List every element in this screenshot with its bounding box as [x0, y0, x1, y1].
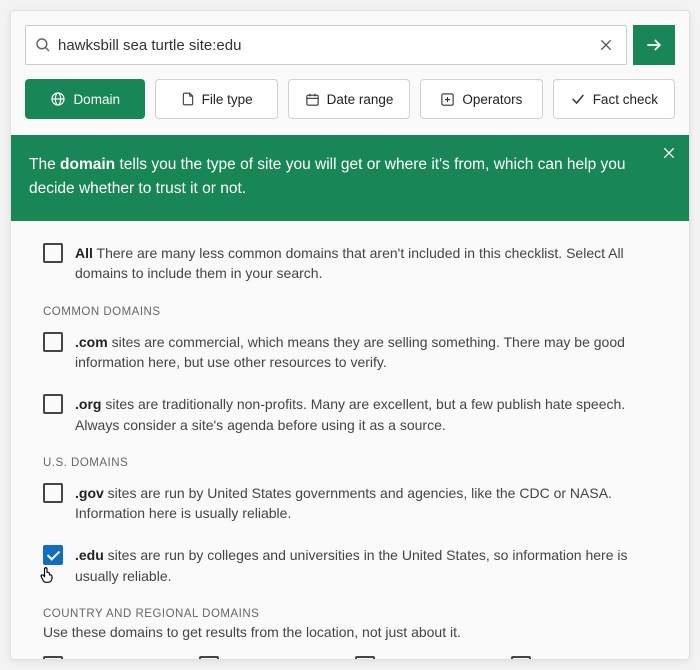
option-text: .com sites are commercial, which means t…	[75, 332, 657, 373]
option-text: .gov sites are run by United States gove…	[75, 483, 657, 524]
checkbox-all[interactable]	[43, 243, 63, 263]
checkbox-austria[interactable]	[511, 656, 531, 660]
option-text: All There are many less common domains t…	[75, 243, 657, 284]
tab-filetype[interactable]: File type	[155, 79, 277, 119]
checkbox-argentina[interactable]	[199, 656, 219, 660]
globe-icon	[50, 91, 66, 107]
search-row	[25, 25, 675, 65]
filter-tabs: Domain File type Date range Operators Fa…	[25, 79, 675, 119]
tab-label: Fact check	[593, 92, 658, 107]
domain-options: All There are many less common domains t…	[25, 221, 675, 660]
tab-domain[interactable]: Domain	[25, 79, 145, 119]
tab-label: Operators	[462, 92, 522, 107]
search-icon	[34, 36, 52, 54]
option-text: .edu sites are run by colleges and unive…	[75, 545, 657, 586]
option-all: All There are many less common domains t…	[43, 243, 657, 284]
info-banner: The domain tells you the type of site yo…	[11, 135, 689, 221]
tab-daterange[interactable]: Date range	[288, 79, 410, 119]
option-gov: .gov sites are run by United States gove…	[43, 483, 657, 524]
close-banner-button[interactable]	[661, 145, 677, 161]
search-input[interactable]	[52, 37, 594, 54]
tab-label: File type	[202, 92, 253, 107]
search-box[interactable]	[25, 25, 627, 65]
option-austria: Austria	[511, 656, 657, 660]
search-coach-window: Domain File type Date range Operators Fa…	[10, 10, 690, 660]
option-australia: Australia	[355, 656, 501, 660]
option-antarctica: Antarctica	[43, 656, 189, 660]
checkbox-org[interactable]	[43, 394, 63, 414]
country-row: Antarctica Argentina Australia Austria	[43, 656, 657, 660]
option-argentina: Argentina	[199, 656, 345, 660]
calendar-icon	[305, 92, 320, 107]
banner-text: The domain tells you the type of site yo…	[29, 156, 626, 197]
search-submit-button[interactable]	[633, 25, 675, 65]
country-label: Argentina	[229, 658, 289, 660]
section-common-domains: Common Domains	[43, 306, 657, 318]
tab-operators[interactable]: Operators	[420, 79, 542, 119]
checkbox-edu[interactable]	[43, 545, 63, 565]
checkbox-gov[interactable]	[43, 483, 63, 503]
check-icon	[570, 91, 586, 107]
option-edu: .edu sites are run by colleges and unive…	[43, 545, 657, 586]
tab-label: Date range	[327, 92, 394, 107]
country-label: Australia	[385, 658, 439, 660]
section-us-domains: U.S. Domains	[43, 457, 657, 469]
clear-icon[interactable]	[594, 33, 618, 57]
checkbox-com[interactable]	[43, 332, 63, 352]
option-org: .org sites are traditionally non-profits…	[43, 394, 657, 435]
cursor-hand-icon	[37, 563, 57, 585]
file-icon	[181, 91, 195, 107]
checkbox-antarctica[interactable]	[43, 656, 63, 660]
plus-box-icon	[440, 92, 455, 107]
country-label: Antarctica	[73, 658, 135, 660]
option-text: .org sites are traditionally non-profits…	[75, 394, 657, 435]
option-com: .com sites are commercial, which means t…	[43, 332, 657, 373]
tab-label: Domain	[73, 92, 120, 107]
checkbox-australia[interactable]	[355, 656, 375, 660]
section-country-domains: Country and Regional Domains	[43, 608, 657, 620]
country-label: Austria	[541, 658, 585, 660]
section-country-sub: Use these domains to get results from th…	[43, 624, 657, 640]
tab-factcheck[interactable]: Fact check	[553, 79, 675, 119]
